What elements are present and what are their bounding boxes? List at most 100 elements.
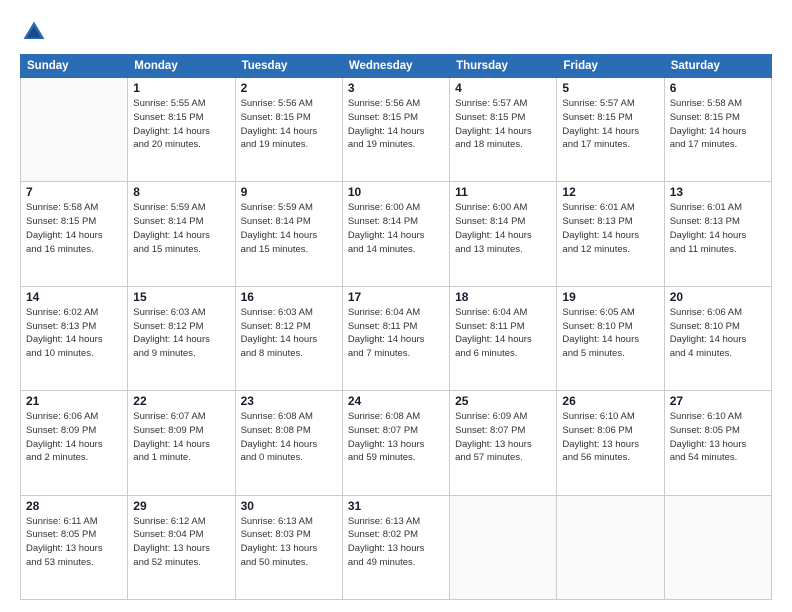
calendar-cell: 7 Sunrise: 5:58 AM Sunset: 8:15 PM Daylig… [21,182,128,286]
day-info: Sunrise: 6:06 AM Sunset: 8:09 PM Dayligh… [26,410,122,465]
day-info: Sunrise: 6:07 AM Sunset: 8:09 PM Dayligh… [133,410,229,465]
calendar-week-row: 28Sunrise: 6:11 AM Sunset: 8:05 PM Dayli… [21,495,772,599]
calendar-cell: 17 Sunrise: 6:04 AM Sunset: 8:11 PM Dayli… [342,286,449,390]
calendar-week-row: 7 Sunrise: 5:58 AM Sunset: 8:15 PM Daylig… [21,182,772,286]
day-number: 29 [133,499,229,513]
day-info: Sunrise: 6:12 AM Sunset: 8:04 PM Dayligh… [133,515,229,570]
calendar-week-row: 14 Sunrise: 6:02 AM Sunset: 8:13 PM Dayli… [21,286,772,390]
day-number: 25 [455,394,551,408]
calendar-cell: 21 Sunrise: 6:06 AM Sunset: 8:09 PM Dayli… [21,391,128,495]
day-info: Sunrise: 5:58 AM Sunset: 8:15 PM Dayligh… [670,97,766,152]
day-number: 10 [348,185,444,199]
calendar-cell: 14 Sunrise: 6:02 AM Sunset: 8:13 PM Dayli… [21,286,128,390]
calendar-table: SundayMondayTuesdayWednesdayThursdayFrid… [20,54,772,600]
calendar-day-header: Sunday [21,55,128,78]
calendar-cell: 9 Sunrise: 5:59 AM Sunset: 8:14 PM Daylig… [235,182,342,286]
day-info: Sunrise: 5:59 AM Sunset: 8:14 PM Dayligh… [133,201,229,256]
calendar-day-header: Monday [128,55,235,78]
day-number: 12 [562,185,658,199]
calendar-week-row: 1Sunrise: 5:55 AM Sunset: 8:15 PM Daylig… [21,78,772,182]
day-number: 2 [241,81,337,95]
calendar-cell: 15 Sunrise: 6:03 AM Sunset: 8:12 PM Dayli… [128,286,235,390]
calendar-cell: 25 Sunrise: 6:09 AM Sunset: 8:07 PM Dayli… [450,391,557,495]
logo [20,18,52,46]
day-info: Sunrise: 6:00 AM Sunset: 8:14 PM Dayligh… [348,201,444,256]
day-number: 5 [562,81,658,95]
calendar-cell: 5 Sunrise: 5:57 AM Sunset: 8:15 PM Daylig… [557,78,664,182]
day-number: 1 [133,81,229,95]
calendar-cell: 20 Sunrise: 6:06 AM Sunset: 8:10 PM Dayli… [664,286,771,390]
day-number: 7 [26,185,122,199]
day-info: Sunrise: 6:01 AM Sunset: 8:13 PM Dayligh… [670,201,766,256]
day-number: 16 [241,290,337,304]
calendar-cell: 18 Sunrise: 6:04 AM Sunset: 8:11 PM Dayli… [450,286,557,390]
calendar-cell: 22 Sunrise: 6:07 AM Sunset: 8:09 PM Dayli… [128,391,235,495]
calendar-day-header: Thursday [450,55,557,78]
day-info: Sunrise: 6:01 AM Sunset: 8:13 PM Dayligh… [562,201,658,256]
day-info: Sunrise: 6:00 AM Sunset: 8:14 PM Dayligh… [455,201,551,256]
day-number: 18 [455,290,551,304]
calendar-cell: 16 Sunrise: 6:03 AM Sunset: 8:12 PM Dayli… [235,286,342,390]
header [20,18,772,46]
day-number: 31 [348,499,444,513]
calendar-cell: 29 Sunrise: 6:12 AM Sunset: 8:04 PM Dayli… [128,495,235,599]
day-number: 23 [241,394,337,408]
day-info: Sunrise: 6:04 AM Sunset: 8:11 PM Dayligh… [348,306,444,361]
calendar-cell: 13 Sunrise: 6:01 AM Sunset: 8:13 PM Dayli… [664,182,771,286]
day-info: Sunrise: 5:57 AM Sunset: 8:15 PM Dayligh… [455,97,551,152]
day-info: Sunrise: 5:57 AM Sunset: 8:15 PM Dayligh… [562,97,658,152]
day-number: 20 [670,290,766,304]
calendar-cell: 11 Sunrise: 6:00 AM Sunset: 8:14 PM Dayli… [450,182,557,286]
calendar-cell: 6Sunrise: 5:58 AM Sunset: 8:15 PM Daylig… [664,78,771,182]
day-info: Sunrise: 5:58 AM Sunset: 8:15 PM Dayligh… [26,201,122,256]
day-info: Sunrise: 6:02 AM Sunset: 8:13 PM Dayligh… [26,306,122,361]
day-number: 4 [455,81,551,95]
calendar-cell: 19 Sunrise: 6:05 AM Sunset: 8:10 PM Dayli… [557,286,664,390]
day-info: Sunrise: 6:08 AM Sunset: 8:07 PM Dayligh… [348,410,444,465]
day-info: Sunrise: 6:09 AM Sunset: 8:07 PM Dayligh… [455,410,551,465]
page: SundayMondayTuesdayWednesdayThursdayFrid… [0,0,792,612]
calendar-cell [21,78,128,182]
day-number: 11 [455,185,551,199]
day-number: 14 [26,290,122,304]
day-number: 13 [670,185,766,199]
calendar-cell: 30 Sunrise: 6:13 AM Sunset: 8:03 PM Dayli… [235,495,342,599]
day-number: 17 [348,290,444,304]
calendar-cell: 12 Sunrise: 6:01 AM Sunset: 8:13 PM Dayli… [557,182,664,286]
day-info: Sunrise: 6:13 AM Sunset: 8:03 PM Dayligh… [241,515,337,570]
day-number: 15 [133,290,229,304]
calendar-day-header: Tuesday [235,55,342,78]
calendar-cell: 24 Sunrise: 6:08 AM Sunset: 8:07 PM Dayli… [342,391,449,495]
calendar-week-row: 21 Sunrise: 6:06 AM Sunset: 8:09 PM Dayli… [21,391,772,495]
day-number: 3 [348,81,444,95]
calendar-cell [557,495,664,599]
day-info: Sunrise: 5:59 AM Sunset: 8:14 PM Dayligh… [241,201,337,256]
day-number: 8 [133,185,229,199]
day-info: Sunrise: 6:06 AM Sunset: 8:10 PM Dayligh… [670,306,766,361]
day-info: Sunrise: 6:08 AM Sunset: 8:08 PM Dayligh… [241,410,337,465]
day-info: Sunrise: 6:04 AM Sunset: 8:11 PM Dayligh… [455,306,551,361]
day-number: 9 [241,185,337,199]
calendar-cell: 2Sunrise: 5:56 AM Sunset: 8:15 PM Daylig… [235,78,342,182]
day-number: 24 [348,394,444,408]
calendar-day-header: Saturday [664,55,771,78]
day-info: Sunrise: 6:05 AM Sunset: 8:10 PM Dayligh… [562,306,658,361]
day-info: Sunrise: 5:56 AM Sunset: 8:15 PM Dayligh… [348,97,444,152]
day-info: Sunrise: 6:13 AM Sunset: 8:02 PM Dayligh… [348,515,444,570]
calendar-cell [664,495,771,599]
calendar-cell: 10 Sunrise: 6:00 AM Sunset: 8:14 PM Dayli… [342,182,449,286]
day-info: Sunrise: 6:03 AM Sunset: 8:12 PM Dayligh… [241,306,337,361]
day-number: 30 [241,499,337,513]
calendar-cell: 1Sunrise: 5:55 AM Sunset: 8:15 PM Daylig… [128,78,235,182]
day-number: 19 [562,290,658,304]
day-number: 22 [133,394,229,408]
day-info: Sunrise: 6:03 AM Sunset: 8:12 PM Dayligh… [133,306,229,361]
day-number: 21 [26,394,122,408]
calendar-day-header: Friday [557,55,664,78]
day-info: Sunrise: 6:11 AM Sunset: 8:05 PM Dayligh… [26,515,122,570]
calendar-header-row: SundayMondayTuesdayWednesdayThursdayFrid… [21,55,772,78]
calendar-body: 1Sunrise: 5:55 AM Sunset: 8:15 PM Daylig… [21,78,772,600]
logo-icon [20,18,48,46]
calendar-cell: 31 Sunrise: 6:13 AM Sunset: 8:02 PM Dayli… [342,495,449,599]
calendar-cell: 8 Sunrise: 5:59 AM Sunset: 8:14 PM Daylig… [128,182,235,286]
